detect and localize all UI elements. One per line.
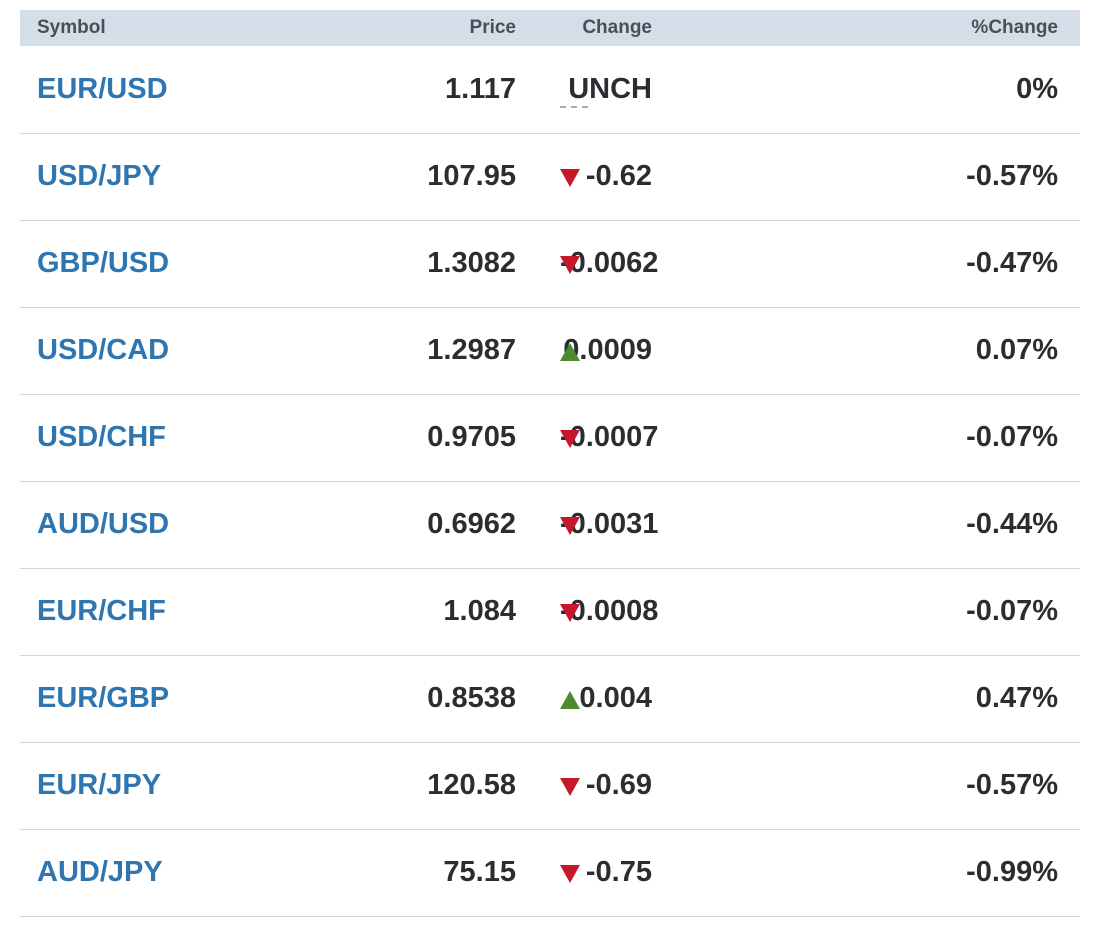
symbol-cell: GBP/USD <box>20 220 250 307</box>
symbol-cell: USD/CHF <box>20 394 250 481</box>
pct-change-cell: 0.47% <box>975 682 1058 714</box>
change-cell: UNCH <box>568 72 652 105</box>
symbol-link[interactable]: AUD/JPY <box>37 856 163 888</box>
symbol-cell: AUD/JPY <box>20 829 250 916</box>
price-cell: 120.58 <box>427 769 516 801</box>
change-cell: -0.69 <box>585 769 652 801</box>
symbol-link[interactable]: USD/JPY <box>37 160 161 192</box>
price-cell: 1.084 <box>443 595 516 627</box>
table-row: EUR/CHF 1.084 -0.0008 -0.07% <box>20 568 1080 655</box>
table-row: EUR/USD 1.117 UNCH 0% <box>20 46 1080 133</box>
pct-change-cell: -0.99% <box>966 856 1058 888</box>
change-cell: -0.0007 <box>560 421 659 453</box>
unchanged-dash-icon <box>560 106 588 109</box>
pct-change-cell: -0.47% <box>966 247 1058 279</box>
table-header: Symbol Price Change %Change <box>20 10 1080 46</box>
pct-change-cell: -0.57% <box>966 769 1058 801</box>
symbol-link[interactable]: EUR/GBP <box>37 682 169 714</box>
symbol-link[interactable]: EUR/JPY <box>37 769 161 801</box>
table-row: USD/JPY 107.95 -0.62 -0.57% <box>20 133 1080 220</box>
pct-change-cell: -0.07% <box>966 421 1058 453</box>
symbol-link[interactable]: AUD/USD <box>37 508 169 540</box>
change-cell: 0.0009 <box>563 334 652 366</box>
change-cell: -0.62 <box>585 160 652 192</box>
table-row: EUR/GBP 0.8538 0.004 0.47% <box>20 655 1080 742</box>
change-cell: -0.0062 <box>560 247 659 279</box>
currency-quotes-table: Symbol Price Change %Change EUR/USD 1.117… <box>20 10 1080 917</box>
price-cell: 1.117 <box>445 72 516 105</box>
price-cell: 107.95 <box>427 160 516 192</box>
price-cell: 0.9705 <box>427 421 516 453</box>
header-symbol[interactable]: Symbol <box>20 10 250 46</box>
arrow-down-icon <box>560 777 580 796</box>
header-change[interactable]: Change <box>560 10 880 46</box>
price-cell: 75.15 <box>443 856 516 888</box>
symbol-cell: EUR/USD <box>20 46 250 133</box>
symbol-cell: EUR/JPY <box>20 742 250 829</box>
symbol-cell: USD/CAD <box>20 307 250 394</box>
table-row: AUD/USD 0.6962 -0.0031 -0.44% <box>20 481 1080 568</box>
change-cell: -0.0008 <box>560 595 659 627</box>
symbol-link[interactable]: EUR/CHF <box>37 595 166 627</box>
pct-change-cell: -0.07% <box>966 595 1058 627</box>
arrow-down-icon <box>560 429 580 448</box>
table-body: EUR/USD 1.117 UNCH 0% USD/JPY 107.95 -0.62 -0.5… <box>20 46 1080 916</box>
change-cell: -0.75 <box>585 856 652 888</box>
price-cell: 1.3082 <box>427 247 516 279</box>
arrow-down-icon <box>560 516 580 535</box>
pct-change-cell: 0.07% <box>975 334 1058 366</box>
symbol-cell: EUR/GBP <box>20 655 250 742</box>
table-row: GBP/USD 1.3082 -0.0062 -0.47% <box>20 220 1080 307</box>
pct-change-cell: 0% <box>1016 72 1058 105</box>
symbol-cell: EUR/CHF <box>20 568 250 655</box>
header-price[interactable]: Price <box>250 10 560 46</box>
arrow-down-icon <box>560 864 580 883</box>
header-pct-change[interactable]: %Change <box>880 10 1080 46</box>
symbol-link[interactable]: GBP/USD <box>37 247 169 279</box>
symbol-link[interactable]: USD/CHF <box>37 421 166 453</box>
table-row: USD/CAD 1.2987 0.0009 0.07% <box>20 307 1080 394</box>
pct-change-cell: -0.57% <box>966 160 1058 192</box>
arrow-up-icon <box>560 690 580 709</box>
symbol-cell: USD/JPY <box>20 133 250 220</box>
table-row: USD/CHF 0.9705 -0.0007 -0.07% <box>20 394 1080 481</box>
pct-change-cell: -0.44% <box>966 508 1058 540</box>
table-row: AUD/JPY 75.15 -0.75 -0.99% <box>20 829 1080 916</box>
arrow-down-icon <box>560 255 580 274</box>
price-cell: 1.2987 <box>427 334 516 366</box>
price-cell: 0.6962 <box>427 508 516 540</box>
symbol-link[interactable]: EUR/USD <box>37 73 168 105</box>
table-row: EUR/JPY 120.58 -0.69 -0.57% <box>20 742 1080 829</box>
arrow-down-icon <box>560 603 580 622</box>
price-cell: 0.8538 <box>427 682 516 714</box>
symbol-link[interactable]: USD/CAD <box>37 334 169 366</box>
arrow-down-icon <box>560 168 580 187</box>
symbol-cell: AUD/USD <box>20 481 250 568</box>
change-cell: -0.0031 <box>560 508 659 540</box>
header-row: Symbol Price Change %Change <box>20 10 1080 46</box>
change-cell: 0.004 <box>579 682 652 714</box>
arrow-up-icon <box>560 342 580 361</box>
